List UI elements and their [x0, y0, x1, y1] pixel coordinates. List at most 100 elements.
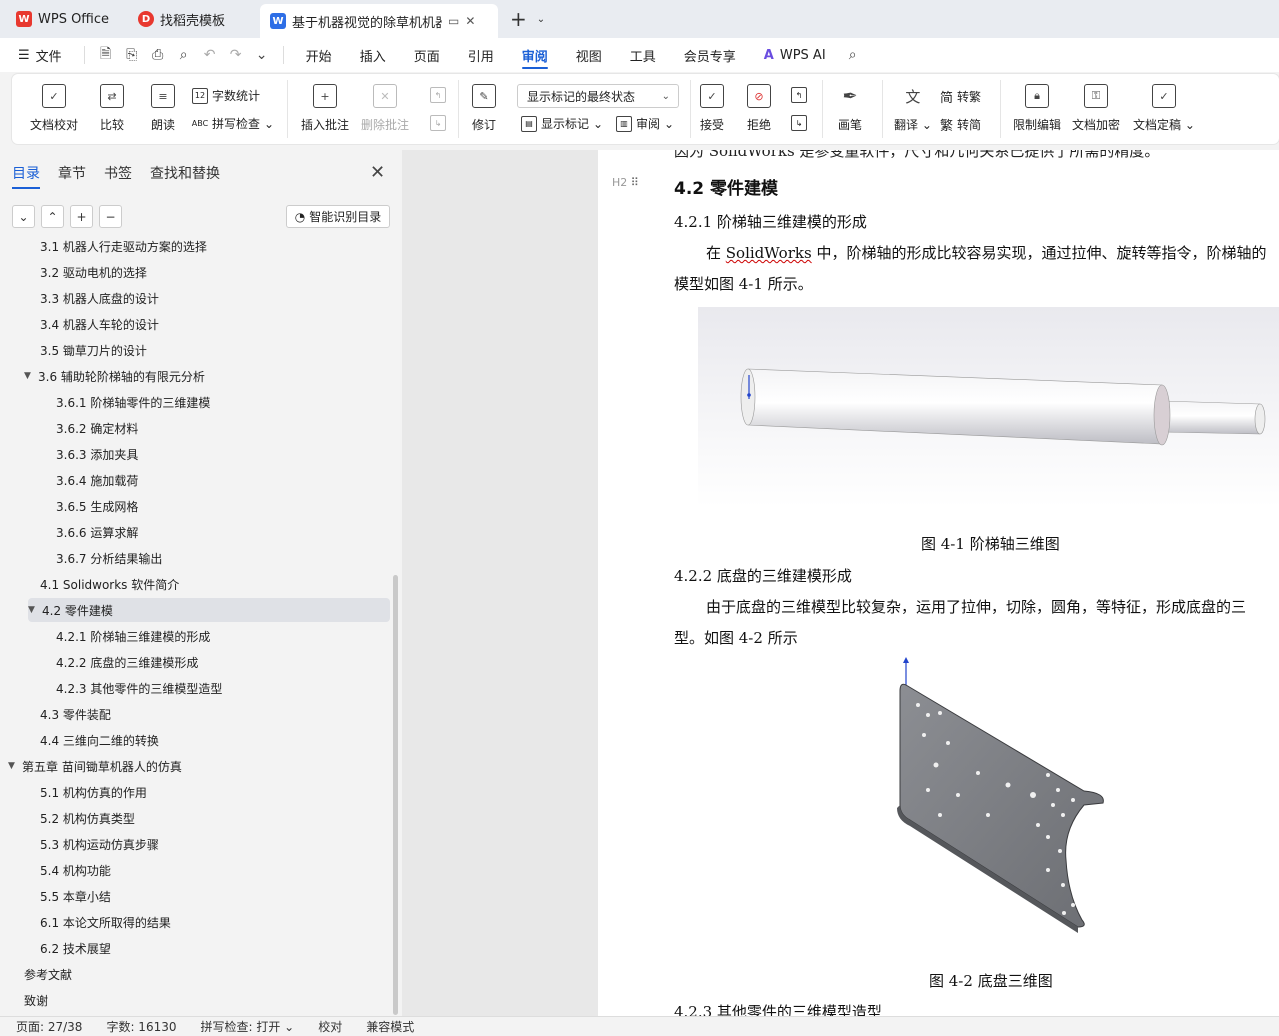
delete-comment-button[interactable]: ✕ 删除批注: [361, 74, 409, 133]
to-simplified-button[interactable]: 繁 转简: [940, 115, 981, 134]
prev-comment-button[interactable]: ↰: [430, 87, 446, 103]
expand-triangle-icon[interactable]: ▼: [24, 371, 38, 381]
menu-home[interactable]: 开始: [292, 38, 346, 72]
chevron-down-icon[interactable]: ⌄: [537, 14, 545, 25]
tab-toc[interactable]: 目录: [12, 163, 40, 189]
tab-bookmarks[interactable]: 书签: [104, 163, 132, 189]
print-icon[interactable]: ⎙: [145, 42, 171, 68]
menu-insert[interactable]: 插入: [346, 38, 400, 72]
menu-member[interactable]: 会员专享: [670, 38, 750, 72]
doc-encrypt-button[interactable]: ⚿ 文档加密: [1072, 74, 1120, 133]
save-icon[interactable]: 🗎: [93, 42, 119, 68]
doc-finalize-button[interactable]: ✓ 文档定稿 ⌄: [1133, 74, 1195, 133]
drag-handle-icon[interactable]: ⠿: [631, 176, 639, 189]
tab-current-document[interactable]: W 基于机器视觉的除草机机器人 ▭ ✕: [260, 4, 498, 38]
export-icon[interactable]: ⎘: [119, 42, 145, 68]
menu-page[interactable]: 页面: [400, 38, 454, 72]
menu-references[interactable]: 引用: [454, 38, 508, 72]
accept-button[interactable]: ✓ 接受: [700, 74, 724, 133]
smart-toc-button[interactable]: ◔ 智能识别目录: [286, 205, 390, 228]
pen-button[interactable]: ✒ 画笔: [838, 74, 862, 133]
toc-item[interactable]: 6.1 本论文所取得的结果: [26, 910, 171, 934]
toc-item[interactable]: 3.6.3 添加夹具: [42, 442, 138, 466]
menu-view[interactable]: 视图: [562, 38, 616, 72]
next-comment-button[interactable]: ↳: [430, 115, 446, 131]
more-chevron-icon[interactable]: ⌄: [249, 42, 275, 68]
toc-item[interactable]: 3.6.5 生成网格: [42, 494, 138, 518]
toc-item[interactable]: 3.5 锄草刀片的设计: [26, 338, 147, 362]
toc-item[interactable]: 3.6.2 确定材料: [42, 416, 138, 440]
toc-item[interactable]: 3.6.4 施加载荷: [42, 468, 138, 492]
compare-button[interactable]: ⇄ 比较: [100, 74, 124, 133]
add-icon[interactable]: +: [70, 205, 93, 228]
toc-item[interactable]: 3.4 机器人车轮的设计: [26, 312, 159, 336]
toc-item[interactable]: 4.3 零件装配: [26, 702, 111, 726]
toc-item[interactable]: 4.2.2 底盘的三维建模形成: [42, 650, 198, 674]
toc-item[interactable]: 3.6.7 分析结果输出: [42, 546, 162, 570]
to-traditional-button[interactable]: 简 转繁: [940, 87, 981, 106]
toc-item[interactable]: 参考文献: [10, 962, 72, 986]
wps-ai-button[interactable]: A WPS AI: [750, 38, 840, 72]
page-indicator[interactable]: 页面: 27/38: [0, 1018, 94, 1035]
toc-item[interactable]: 5.5 本章小结: [26, 884, 111, 908]
spell-check-indicator[interactable]: 拼写检查: 打开 ⌄: [189, 1018, 307, 1035]
toc-item[interactable]: 4.1 Solidworks 软件简介: [26, 572, 179, 596]
toc-scrollbar[interactable]: [393, 575, 398, 1015]
track-changes-button[interactable]: ✎ 修订: [472, 74, 496, 133]
translate-button[interactable]: 文 翻译 ⌄: [894, 74, 932, 133]
word-count-indicator[interactable]: 字数: 16130: [94, 1018, 188, 1035]
tab-docer-templates[interactable]: D 找稻壳模板: [128, 4, 256, 34]
redo-icon[interactable]: ↷: [223, 42, 249, 68]
menu-review[interactable]: 审阅: [508, 38, 562, 72]
print-preview-icon[interactable]: ⌕: [171, 42, 197, 68]
proofread-indicator[interactable]: 校对: [306, 1018, 354, 1035]
toc-item[interactable]: ▼ 第五章 苗间锄草机器人的仿真: [8, 754, 182, 778]
toc-item[interactable]: ▼ 4.2 零件建模: [28, 598, 390, 622]
show-markup-button[interactable]: ▤ 显示标记 ⌄: [521, 115, 603, 132]
toc-item[interactable]: 6.2 技术展望: [26, 936, 111, 960]
toc-item[interactable]: 5.1 机构仿真的作用: [26, 780, 147, 804]
document-page[interactable]: 因为 SolidWorks 是参变量软件，尺寸和几何关系已提供了所需的精度。 H…: [598, 150, 1279, 1016]
undo-icon[interactable]: ↶: [197, 42, 223, 68]
toc-item[interactable]: ▼ 3.6 辅助轮阶梯轴的有限元分析: [24, 364, 205, 388]
close-tab-icon[interactable]: ✕: [465, 14, 475, 28]
toc-item[interactable]: 3.3 机器人底盘的设计: [26, 286, 159, 310]
toc-item[interactable]: 3.2 驱动电机的选择: [26, 260, 147, 284]
toc-item[interactable]: 5.3 机构运动仿真步骤: [26, 832, 159, 856]
read-aloud-button[interactable]: ≡ 朗读: [151, 74, 175, 133]
toc-item[interactable]: 5.2 机构仿真类型: [26, 806, 135, 830]
search-icon[interactable]: ⌕: [840, 42, 866, 68]
prev-change-button[interactable]: ↰: [791, 87, 807, 103]
toc-item[interactable]: 4.2.1 阶梯轴三维建模的形成: [42, 624, 210, 648]
next-change-button[interactable]: ↳: [791, 115, 807, 131]
expand-triangle-icon[interactable]: ▼: [28, 605, 42, 615]
reject-button[interactable]: ⊘ 拒绝: [747, 74, 771, 133]
expand-down-icon[interactable]: ⌄: [12, 205, 35, 228]
tab-chapters[interactable]: 章节: [58, 163, 86, 189]
display-state-select[interactable]: 显示标记的最终状态 ⌄: [517, 84, 679, 108]
file-menu[interactable]: ☰ 文件: [0, 38, 76, 72]
spell-check-button[interactable]: ABC 拼写检查 ⌄: [192, 115, 274, 132]
new-tab-icon[interactable]: +: [510, 7, 527, 31]
close-icon[interactable]: ✕: [370, 162, 385, 183]
menu-tools[interactable]: 工具: [616, 38, 670, 72]
remove-icon[interactable]: −: [99, 205, 122, 228]
restrict-edit-button[interactable]: 🔒︎ 限制编辑: [1013, 74, 1061, 133]
screen-icon[interactable]: ▭: [448, 14, 459, 28]
toc-item[interactable]: 4.2.3 其他零件的三维模型造型: [42, 676, 222, 700]
toc-item[interactable]: 3.1 机器人行走驱动方案的选择: [26, 240, 207, 258]
doc-check-button[interactable]: ✓ 文档校对: [30, 74, 78, 133]
toc-item[interactable]: 3.6.6 运算求解: [42, 520, 138, 544]
toc-item[interactable]: 3.6.1 阶梯轴零件的三维建模: [42, 390, 210, 414]
toc-item[interactable]: 4.4 三维向二维的转换: [26, 728, 159, 752]
tab-find-replace[interactable]: 查找和替换: [150, 163, 220, 189]
word-count-button[interactable]: 12 字数统计: [192, 87, 260, 104]
tab-wps-office[interactable]: W WPS Office: [6, 4, 124, 34]
review-pane-button[interactable]: ▥ 审阅 ⌄: [616, 115, 674, 132]
heading-marker[interactable]: H2 ⠿: [612, 176, 639, 189]
expand-triangle-icon[interactable]: ▼: [8, 761, 22, 771]
toc-item[interactable]: 致谢: [10, 988, 48, 1012]
insert-comment-button[interactable]: + 插入批注: [301, 74, 349, 133]
toc-item[interactable]: 5.4 机构功能: [26, 858, 111, 882]
collapse-up-icon[interactable]: ⌃: [41, 205, 64, 228]
